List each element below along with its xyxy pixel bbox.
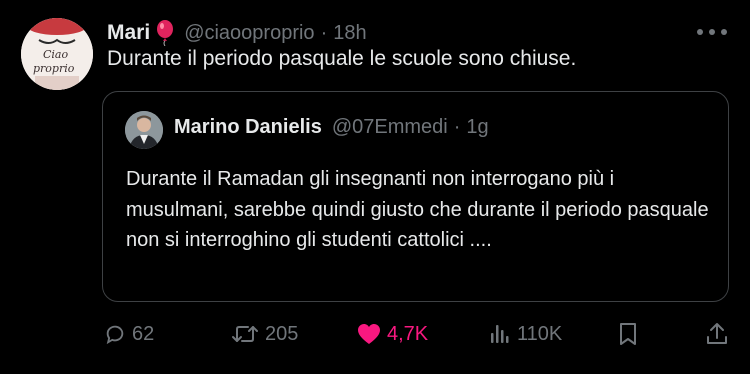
more-icon[interactable] <box>694 24 734 40</box>
repost-icon <box>231 323 259 345</box>
author-name[interactable]: Mari <box>107 21 150 45</box>
reply-button[interactable]: 62 <box>104 314 154 354</box>
tweet-text: Durante il periodo pasquale le scuole so… <box>107 47 577 70</box>
tweet-header: Mari @ciaooproprio · 18h <box>107 18 367 48</box>
quoted-time-separator: · <box>453 116 461 138</box>
like-icon <box>357 323 381 345</box>
author-avatar[interactable]: Ciao proprio <box>21 18 93 90</box>
share-button[interactable] <box>706 314 728 354</box>
reply-count: 62 <box>132 322 155 345</box>
quoted-author-name[interactable]: Marino Danielis <box>174 116 322 139</box>
views-button[interactable]: 110K <box>489 314 562 354</box>
bookmark-icon <box>618 322 638 346</box>
time-separator: · <box>320 21 328 44</box>
repost-count: 205 <box>265 322 299 345</box>
repost-button[interactable]: 205 <box>231 314 298 354</box>
action-bar: 62 205 4,7K 110K <box>0 314 750 354</box>
views-icon <box>489 323 511 345</box>
quoted-time[interactable]: 1g <box>466 116 488 139</box>
author-handle[interactable]: @ciaooproprio <box>184 22 314 45</box>
quoted-text: Durante il Ramadan gli insegnanti non in… <box>126 168 709 251</box>
quoted-author-handle[interactable]: @07Emmedi <box>332 116 448 139</box>
quoted-header: Marino Danielis @07Emmedi · 1g <box>174 116 489 139</box>
quoted-author-avatar[interactable] <box>125 111 163 149</box>
reply-icon <box>104 323 126 345</box>
tweet-time[interactable]: 18h <box>333 22 366 45</box>
avatar-text-1: Ciao <box>43 48 68 61</box>
bookmark-button[interactable] <box>618 314 638 354</box>
like-button[interactable]: 4,7K <box>357 314 428 354</box>
balloon-icon <box>156 20 174 47</box>
quoted-tweet[interactable]: Marino Danielis @07Emmedi · 1g Durante i… <box>102 91 729 302</box>
views-count: 110K <box>517 322 563 345</box>
like-count: 4,7K <box>387 322 429 345</box>
avatar-text-2: proprio <box>33 62 75 75</box>
share-icon <box>706 322 728 346</box>
